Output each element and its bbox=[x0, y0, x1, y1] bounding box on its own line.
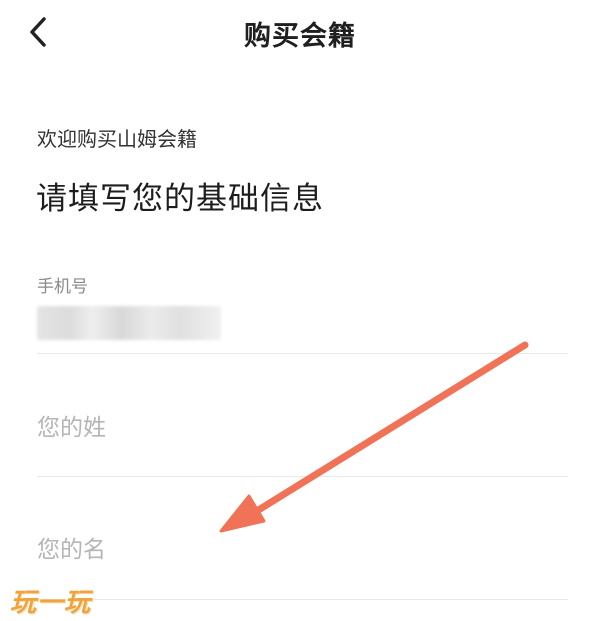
watermark-logo: 玩一玩 bbox=[10, 588, 92, 618]
first-name-input[interactable] bbox=[37, 530, 537, 570]
divider bbox=[37, 599, 568, 600]
form-heading: 请填写您的基础信息 bbox=[36, 181, 324, 217]
divider bbox=[37, 353, 568, 354]
page-title: 购买会籍 bbox=[244, 21, 356, 52]
nav-bar: 购买会籍 bbox=[0, 0, 600, 64]
welcome-text: 欢迎购买山姆会籍 bbox=[37, 127, 197, 151]
phone-label: 手机号 bbox=[37, 277, 88, 297]
last-name-input[interactable] bbox=[37, 408, 537, 448]
phone-number-value-blurred[interactable] bbox=[37, 306, 221, 340]
divider bbox=[37, 476, 568, 477]
